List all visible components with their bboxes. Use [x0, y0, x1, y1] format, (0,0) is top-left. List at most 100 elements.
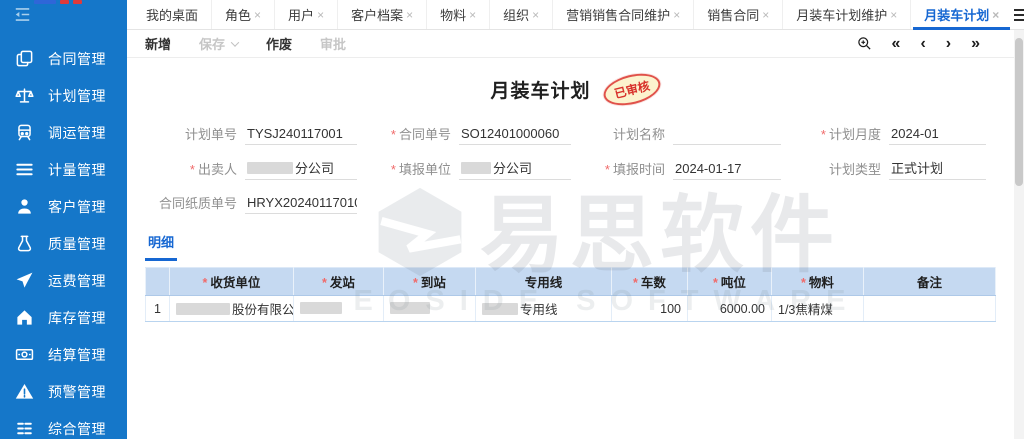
toolbar-button-label: 审批	[320, 34, 346, 53]
toolbar-button-label: 新增	[145, 34, 171, 53]
column-header-7[interactable]: *吨位	[688, 268, 772, 296]
sidebar-item-3[interactable]: 调运管理	[0, 114, 127, 151]
tab-8[interactable]: 销售合同×	[693, 0, 782, 29]
tab-label: 月装车计划维护	[796, 5, 887, 24]
required-star: *	[633, 276, 638, 290]
sidebar-item-10[interactable]: 预警管理	[0, 373, 127, 410]
field-label-5: *出卖人	[145, 159, 237, 180]
tab-6[interactable]: 组织×	[489, 0, 552, 29]
toolbar-button-3[interactable]: 作废	[266, 34, 292, 53]
next-page-button[interactable]: ›	[946, 36, 951, 52]
sidebar-item-5[interactable]: 客户管理	[0, 188, 127, 225]
close-icon[interactable]: ×	[992, 9, 999, 21]
cell-1-7[interactable]: 6000.00	[688, 296, 772, 322]
tab-bar: 我的桌面角色×用户×客户档案×物料×组织×营销销售合同维护×销售合同×月装车计划…	[127, 0, 1024, 30]
field-value-7[interactable]: 2024-01-17	[673, 161, 781, 180]
paper-plane-icon	[13, 271, 35, 291]
cell-text: 股份有限公	[232, 303, 294, 317]
column-header-1[interactable]	[146, 268, 170, 296]
column-header-9[interactable]: 备注	[864, 268, 996, 296]
close-icon[interactable]: ×	[469, 9, 476, 21]
cell-1-9[interactable]	[864, 296, 996, 322]
cell-1-4[interactable]	[384, 296, 476, 322]
column-header-6[interactable]: *车数	[612, 268, 688, 296]
cell-1-3[interactable]	[294, 296, 384, 322]
sidebar-item-1[interactable]: 合同管理	[0, 40, 127, 77]
sidebar-item-7[interactable]: 运费管理	[0, 262, 127, 299]
first-page-button[interactable]: «	[892, 36, 901, 52]
field-label-6: *填报单位	[365, 159, 451, 180]
tab-2[interactable]: 角色×	[211, 0, 274, 29]
tab-5[interactable]: 物料×	[426, 0, 489, 29]
toolbar-button-4: 审批	[320, 34, 346, 53]
detail-table-head: *收货单位*发站*到站专用线*车数*吨位*物料备注	[146, 268, 996, 296]
sidebar-item-9[interactable]: 结算管理	[0, 336, 127, 373]
required-star: *	[391, 162, 396, 177]
sidebar-collapse-button[interactable]	[0, 0, 127, 34]
tab-10[interactable]: 月装车计划×	[910, 0, 1012, 29]
close-icon[interactable]: ×	[406, 9, 413, 21]
required-star: *	[203, 276, 208, 290]
tab-1[interactable]: 我的桌面	[133, 0, 211, 29]
cell-1-2[interactable]: 股份有限公	[170, 296, 294, 322]
cell-1-1[interactable]: 1	[146, 296, 170, 322]
vertical-scrollbar[interactable]	[1014, 30, 1024, 439]
field-value-4[interactable]: 2024-01	[889, 126, 986, 145]
tab-9[interactable]: 月装车计划维护×	[782, 0, 910, 29]
field-value-6[interactable]: 分公司	[459, 158, 571, 180]
tab-label: 物料	[440, 5, 466, 24]
tab-label: 组织	[503, 5, 529, 24]
train-icon	[13, 123, 35, 143]
close-icon[interactable]: ×	[890, 9, 897, 21]
close-icon[interactable]: ×	[317, 9, 324, 21]
cell-1-5[interactable]: 专用线	[476, 296, 612, 322]
cell-1-6[interactable]: 100	[612, 296, 688, 322]
column-header-4[interactable]: *到站	[384, 268, 476, 296]
logo-fragment	[34, 0, 82, 4]
toolbar-button-1[interactable]: 新增	[145, 34, 171, 53]
field-label-7: *填报时间	[579, 159, 665, 180]
tab-3[interactable]: 用户×	[274, 0, 337, 29]
field-value-8[interactable]: 正式计划	[889, 158, 986, 180]
close-icon[interactable]: ×	[532, 9, 539, 21]
content-area: 月装车计划 已审核 计划单号TYSJ240117001*合同单号SO124010…	[127, 58, 1024, 438]
banknote-icon	[13, 345, 35, 365]
close-icon[interactable]: ×	[673, 9, 680, 21]
cell-1-8[interactable]: 1/3焦精煤	[772, 296, 864, 322]
tab-4[interactable]: 客户档案×	[337, 0, 426, 29]
sidebar-item-label: 综合管理	[48, 419, 106, 439]
tab-detail[interactable]: 明细	[145, 232, 177, 261]
field-value-2[interactable]: SO12401000060	[459, 126, 571, 145]
close-icon[interactable]: ×	[762, 9, 769, 21]
field-label-2: *合同单号	[365, 124, 451, 145]
column-header-2[interactable]: *收货单位	[170, 268, 294, 296]
bars-icon	[13, 160, 35, 180]
column-header-3[interactable]: *发站	[294, 268, 384, 296]
column-header-5[interactable]: 专用线	[476, 268, 612, 296]
zoom-in-icon[interactable]	[857, 36, 872, 51]
field-label-4: *计划月度	[789, 124, 881, 145]
tab-7[interactable]: 营销销售合同维护×	[552, 0, 693, 29]
sidebar-item-11[interactable]: 综合管理	[0, 410, 127, 439]
required-star: *	[605, 162, 610, 177]
sidebar-item-4[interactable]: 计量管理	[0, 151, 127, 188]
sidebar-item-6[interactable]: 质量管理	[0, 225, 127, 262]
redacted-text	[390, 302, 430, 314]
prev-page-button[interactable]: ‹	[920, 36, 925, 52]
field-value-5[interactable]: 分公司	[245, 158, 357, 180]
column-header-8[interactable]: *物料	[772, 268, 864, 296]
toolbar: 新增保存作废审批 « ‹ › »	[127, 30, 1024, 58]
field-value-3[interactable]	[673, 126, 781, 145]
scrollbar-thumb[interactable]	[1015, 38, 1023, 186]
hamburger-menu-icon[interactable]	[1012, 8, 1024, 22]
required-star: *	[190, 162, 195, 177]
field-value-9[interactable]: HRYX20240117010	[245, 195, 357, 214]
cell-text: 100	[660, 302, 681, 316]
sidebar-item-8[interactable]: 库存管理	[0, 299, 127, 336]
field-value-1[interactable]: TYSJ240117001	[245, 126, 357, 145]
cell-text: 专用线	[520, 303, 558, 317]
table-row-1[interactable]: 1 股份有限公 专用线 100 6000.001/3焦精煤	[146, 296, 996, 322]
sidebar-item-2[interactable]: 计划管理	[0, 77, 127, 114]
last-page-button[interactable]: »	[971, 36, 980, 52]
close-icon[interactable]: ×	[254, 9, 261, 21]
